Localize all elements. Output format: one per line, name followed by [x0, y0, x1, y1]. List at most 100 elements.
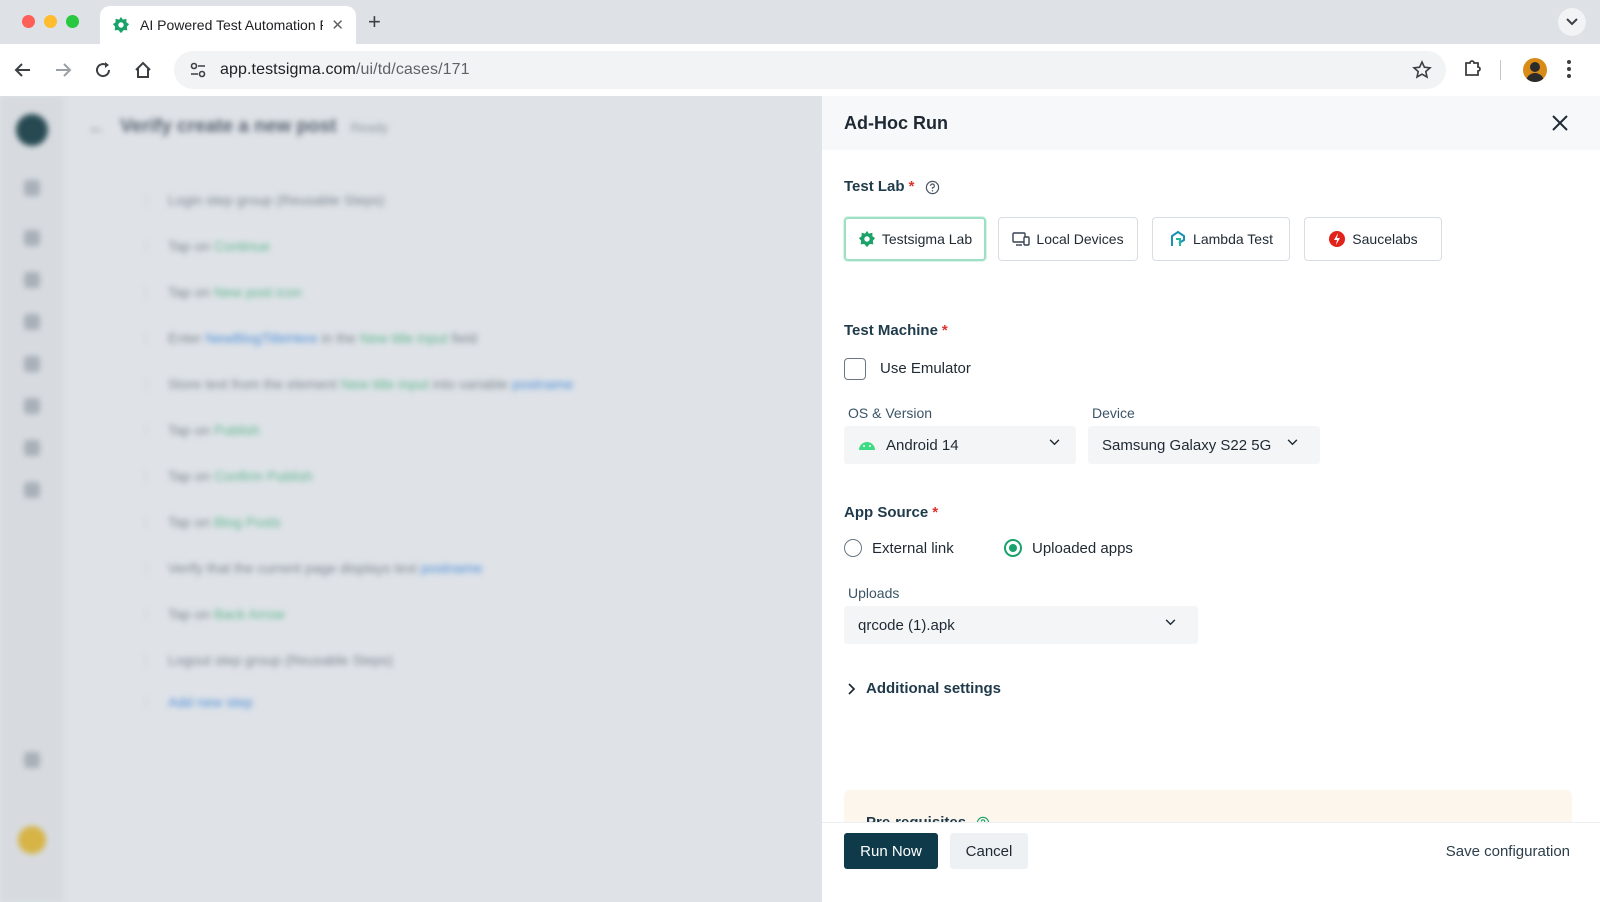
- close-icon[interactable]: [1548, 111, 1572, 135]
- test-step-row[interactable]: ⋮ Enter NewBlogTitleHere in the New title…: [140, 330, 477, 346]
- browser-tab[interactable]: AI Powered Test Automation P ✕: [100, 6, 356, 44]
- bookmark-star-icon[interactable]: [1412, 60, 1432, 85]
- step-text: Add new step: [168, 694, 253, 710]
- use-emulator-label: Use Emulator: [880, 360, 971, 377]
- saucelabs-option[interactable]: Saucelabs: [1304, 217, 1442, 261]
- user-avatar[interactable]: [18, 826, 46, 854]
- step-drag-handle[interactable]: ⋮: [140, 331, 154, 345]
- nav-dashboard-icon[interactable]: [24, 180, 40, 196]
- step-drag-handle[interactable]: ⋮: [140, 239, 154, 253]
- chevron-down-icon: [1566, 18, 1578, 26]
- step-drag-handle[interactable]: ⋮: [140, 469, 154, 483]
- step-drag-handle[interactable]: ⋮: [140, 285, 154, 299]
- drawer-footer: Run Now Cancel Save configuration: [822, 822, 1600, 902]
- step-drag-handle[interactable]: ⋮: [140, 515, 154, 529]
- test-step-row[interactable]: ⋮ Tap on Confirm Publish: [140, 468, 313, 484]
- uploaded-apps-label: Uploaded apps: [1032, 540, 1133, 557]
- use-emulator-checkbox[interactable]: [844, 358, 866, 380]
- step-text: Login step group (Reusable Steps): [168, 192, 384, 208]
- uploads-select[interactable]: qrcode (1).apk: [844, 606, 1198, 644]
- toolbar-divider: [1500, 60, 1501, 80]
- step-text: Tap on Continue: [168, 238, 270, 254]
- step-text: Verify that the current page displays te…: [168, 560, 482, 576]
- nav-help-icon[interactable]: [24, 752, 40, 768]
- step-text: Enter NewBlogTitleHere in the New title …: [168, 330, 477, 346]
- extensions-puzzle-icon[interactable]: [1462, 57, 1484, 84]
- testsigma-icon: [858, 230, 876, 248]
- test-step-row[interactable]: ⋮ Login step group (Reusable Steps): [140, 192, 384, 208]
- step-drag-handle[interactable]: ⋮: [140, 653, 154, 667]
- required-asterisk: *: [942, 322, 948, 339]
- test-step-row[interactable]: ⋮ Add new step: [140, 694, 253, 710]
- os-version-select[interactable]: Android 14: [844, 426, 1076, 464]
- left-nav-rail: [0, 96, 64, 902]
- address-bar[interactable]: app.testsigma.com/ui/td/cases/171: [174, 51, 1446, 89]
- os-version-label: OS & Version: [848, 405, 932, 421]
- test-step-row[interactable]: ⋮Tap on New post icon: [140, 284, 302, 300]
- new-tab-icon[interactable]: +: [368, 9, 381, 35]
- tab-close-icon[interactable]: ✕: [331, 16, 344, 34]
- app-logo: [16, 114, 48, 146]
- test-machine-label: Test Machine*: [844, 322, 948, 339]
- test-case-page-background: ← Verify create a new post Ready ⋮Login …: [0, 96, 822, 902]
- test-step-row[interactable]: ⋮ Tap on Back Arrow: [140, 606, 285, 622]
- chevron-down-icon: [1287, 439, 1298, 446]
- step-text: Tap on Confirm Publish: [168, 468, 313, 484]
- run-now-button[interactable]: Run Now: [844, 833, 938, 869]
- step-drag-handle[interactable]: ⋮: [140, 695, 154, 709]
- step-text: Tap on Back Arrow: [168, 606, 285, 622]
- local-devices-icon: [1012, 231, 1030, 247]
- test-step-row[interactable]: ⋮ Verify that the current page displays t…: [140, 560, 482, 576]
- step-drag-handle[interactable]: ⋮: [140, 193, 154, 207]
- nav-suites-icon[interactable]: [24, 314, 40, 330]
- testsigma-lab-option[interactable]: Testsigma Lab: [844, 217, 986, 261]
- external-link-label: External link: [872, 540, 954, 557]
- back-arrow-icon[interactable]: [10, 57, 36, 83]
- nav-settings-icon[interactable]: [24, 482, 40, 498]
- test-step-row[interactable]: ⋮ Tap on Continue: [140, 238, 270, 254]
- step-text: Store text from the element New title in…: [168, 376, 573, 392]
- required-asterisk: *: [932, 504, 938, 521]
- local-devices-option[interactable]: Local Devices: [998, 217, 1138, 261]
- device-select[interactable]: Samsung Galaxy S22 5G: [1088, 426, 1320, 464]
- step-drag-handle[interactable]: ⋮: [140, 423, 154, 437]
- nav-reports-icon[interactable]: [24, 440, 40, 456]
- nav-runs-icon[interactable]: [24, 398, 40, 414]
- help-icon[interactable]: [925, 180, 940, 195]
- step-drag-handle[interactable]: ⋮: [140, 561, 154, 575]
- external-link-radio[interactable]: [844, 539, 862, 557]
- nav-test-cases-icon[interactable]: [24, 272, 40, 288]
- maximize-window-button[interactable]: [66, 15, 79, 28]
- site-settings-icon[interactable]: [186, 58, 210, 82]
- drawer-title: Ad-Hoc Run: [844, 113, 948, 134]
- uploaded-apps-radio[interactable]: [1004, 539, 1022, 557]
- step-drag-handle[interactable]: ⋮: [140, 607, 154, 621]
- browser-menu-icon[interactable]: [1566, 58, 1572, 85]
- save-configuration-button[interactable]: Save configuration: [1446, 843, 1570, 860]
- cancel-button[interactable]: Cancel: [950, 833, 1028, 869]
- tab-search-button[interactable]: [1558, 8, 1586, 36]
- test-step-row[interactable]: ⋮ Store text from the element New title i…: [140, 376, 573, 392]
- ad-hoc-run-drawer: Ad-Hoc Run Test Lab* Testsigma Lab Local…: [822, 96, 1600, 902]
- step-text: Tap on Blog Posts: [168, 514, 281, 530]
- step-text: Tap on Publish: [168, 422, 260, 438]
- saucelabs-icon: [1328, 230, 1346, 248]
- test-step-row[interactable]: ⋮ Tap on Publish: [140, 422, 260, 438]
- minimize-window-button[interactable]: [44, 15, 57, 28]
- home-icon[interactable]: [130, 57, 156, 83]
- forward-arrow-icon[interactable]: [50, 57, 76, 83]
- profile-avatar[interactable]: [1523, 58, 1547, 82]
- close-window-button[interactable]: [22, 15, 35, 28]
- test-step-row[interactable]: ⋮Logout step group (Reusable Steps): [140, 652, 393, 668]
- android-icon: [858, 439, 876, 451]
- back-arrow-icon[interactable]: ←: [88, 117, 106, 138]
- nav-folder-icon[interactable]: [24, 230, 40, 246]
- additional-settings-toggle[interactable]: Additional settings: [848, 680, 1001, 697]
- lambda-test-option[interactable]: Lambda Test: [1152, 217, 1290, 261]
- testsigma-favicon-icon: [112, 16, 130, 34]
- nav-plans-icon[interactable]: [24, 356, 40, 372]
- reload-icon[interactable]: [90, 57, 116, 83]
- lambdatest-icon: [1169, 230, 1187, 248]
- test-step-row[interactable]: ⋮ Tap on Blog Posts: [140, 514, 281, 530]
- step-drag-handle[interactable]: ⋮: [140, 377, 154, 391]
